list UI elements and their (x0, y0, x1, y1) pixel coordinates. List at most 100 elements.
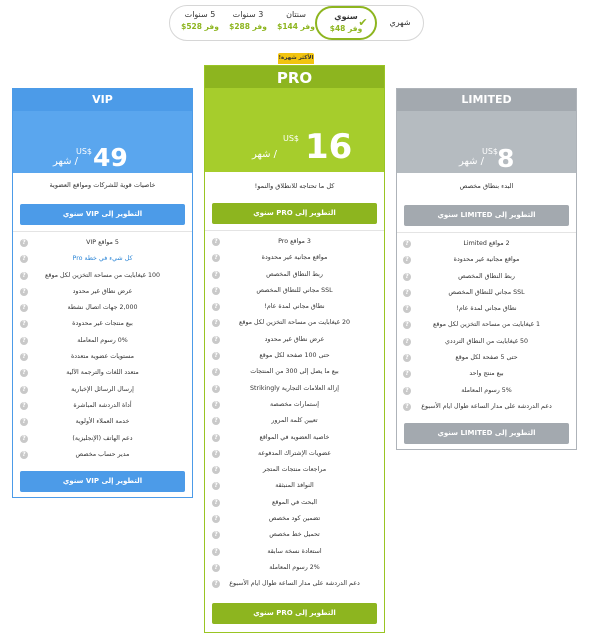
info-icon[interactable]: ? (212, 482, 220, 491)
info-icon[interactable]: ? (212, 449, 220, 458)
feature-text: 2 مواقع Limited (463, 240, 510, 247)
price: 49 (93, 143, 128, 172)
info-icon[interactable]: ? (20, 401, 28, 410)
info-icon[interactable]: ? (403, 272, 411, 281)
info-icon[interactable]: ? (212, 531, 220, 540)
upgrade-limited-button[interactable]: التطوير إلى LIMITED سنوي (404, 205, 569, 226)
info-icon[interactable]: ? (20, 255, 28, 264)
option-three-years[interactable]: 3 سنوات وفر 288$ (226, 9, 270, 37)
info-icon[interactable]: ? (212, 335, 220, 344)
plan-tagline: البدء بنطاق مخصص (459, 182, 514, 190)
price-box: US$ 49 / شهر USD الدفع سنوي (13, 111, 192, 183)
info-icon[interactable]: ? (403, 354, 411, 363)
info-icon[interactable]: ? (20, 336, 28, 345)
info-icon[interactable]: ? (212, 498, 220, 507)
feature-item: خاصية العضوية في المواقع? (205, 430, 384, 446)
info-icon[interactable]: ? (212, 286, 220, 295)
info-icon[interactable]: ? (403, 386, 411, 395)
feature-item: تعيين كلمة المرور? (205, 413, 384, 429)
info-icon[interactable]: ? (212, 368, 220, 377)
option-monthly[interactable]: شهري (380, 17, 420, 45)
info-icon[interactable]: ? (20, 434, 28, 443)
divider (13, 231, 192, 232)
info-icon[interactable]: ? (403, 370, 411, 379)
info-icon[interactable]: ? (212, 270, 220, 279)
feature-text: عضويات الإشتراك المدفوعة (257, 449, 331, 457)
info-icon[interactable]: ? (212, 466, 220, 475)
feature-text: بيع ما يصل إلى 300 من المنتجات (250, 368, 339, 376)
option-two-years[interactable]: سنتان وفر 144$ (274, 9, 318, 37)
feature-text: ربط النطاق المخصص (458, 272, 515, 280)
currency: US$ (482, 147, 499, 156)
info-icon[interactable]: ? (20, 450, 28, 459)
info-icon[interactable]: ? (20, 271, 28, 280)
feature-text: 100 غيغابايت من مساحة التخزين لكل موقع (45, 271, 160, 279)
feature-item: 2% رسوم المعاملة? (205, 560, 384, 576)
check-icon: ✔ (358, 16, 368, 29)
divider (397, 232, 576, 233)
info-icon[interactable]: ? (212, 254, 220, 263)
upgrade-pro-button-bottom[interactable]: التطوير إلى PRO سنوي (212, 603, 377, 624)
info-icon[interactable]: ? (20, 287, 28, 296)
info-icon[interactable]: ? (20, 353, 28, 362)
feature-text: نطاق مجاني لمدة عام! (264, 303, 325, 311)
option-yearly[interactable]: سنوي وفر 48$ ✔ (315, 6, 377, 40)
feature-item: عرض نطاق غير محدود? (13, 284, 192, 300)
plan-card-limited: LIMITED US$ 8 / شهر USD الدفع سنوي البدء… (396, 88, 577, 450)
feature-item: 5% رسوم المعاملة? (397, 383, 576, 399)
info-icon[interactable]: ? (403, 402, 411, 411)
info-icon[interactable]: ? (403, 288, 411, 297)
info-icon[interactable]: ? (212, 547, 220, 556)
billing-period-toggle: 5 سنوات وفر 528$ 3 سنوات وفر 288$ سنتان … (169, 5, 424, 41)
info-icon[interactable]: ? (20, 304, 28, 313)
feature-text: نطاق مجاني لمدة عام! (456, 305, 517, 313)
plan-name: VIP (13, 89, 192, 111)
info-icon[interactable]: ? (20, 385, 28, 394)
info-icon[interactable]: ? (20, 320, 28, 329)
feature-text: 20 غيغابايت من مساحة التخزين لكل موقع (239, 319, 350, 327)
feature-list: 5 مواقع VIP? كل شيء في خطة Pro? 100 غيغابا… (13, 235, 192, 463)
info-icon[interactable]: ? (212, 352, 220, 361)
feature-item: دعم الهاتف (الإنجليزية)? (13, 431, 192, 447)
info-icon[interactable]: ? (212, 384, 220, 393)
upgrade-vip-button-bottom[interactable]: التطوير إلى VIP سنوي (20, 471, 185, 492)
feature-text: استعادة نسخة سابقة (267, 547, 322, 555)
price-period: / شهر (459, 156, 485, 167)
info-icon[interactable]: ? (403, 240, 411, 248)
info-icon[interactable]: ? (403, 337, 411, 346)
feature-item: 50 غيغابايت من النطاق الترددي? (397, 334, 576, 350)
info-icon[interactable]: ? (212, 515, 220, 524)
info-icon[interactable]: ? (403, 256, 411, 265)
info-icon[interactable]: ? (212, 417, 220, 426)
info-icon[interactable]: ? (403, 321, 411, 330)
info-icon[interactable]: ? (212, 563, 220, 572)
option-five-years[interactable]: 5 سنوات وفر 528$ (178, 9, 222, 37)
info-icon[interactable]: ? (212, 238, 220, 246)
info-icon[interactable]: ? (212, 400, 220, 409)
info-icon[interactable]: ? (403, 305, 411, 314)
upgrade-pro-button[interactable]: التطوير إلى PRO سنوي (212, 203, 377, 224)
info-icon[interactable]: ? (20, 369, 28, 378)
upgrade-vip-button[interactable]: التطوير إلى VIP سنوي (20, 204, 185, 225)
feature-item: حتى 5 صفحة لكل موقع? (397, 350, 576, 366)
info-icon[interactable]: ? (20, 239, 28, 247)
info-icon[interactable]: ? (212, 303, 220, 312)
feature-text: تعيين كلمة المرور (271, 417, 318, 425)
info-icon[interactable]: ? (212, 433, 220, 442)
feature-text: مواقع مجانية غير محدودة (261, 254, 328, 262)
feature-item: كل شيء في خطة Pro? (13, 251, 192, 267)
option-label: سنتان (286, 10, 306, 19)
info-icon[interactable]: ? (212, 319, 220, 328)
feature-text: تحميل خط مخصص (269, 531, 320, 539)
feature-item: خدمة العملاء الأولوية? (13, 414, 192, 430)
feature-text: SSL مجاني للنطاق المخصص (256, 286, 333, 294)
info-icon[interactable]: ? (20, 418, 28, 427)
feature-item: إستمارات مخصصة? (205, 397, 384, 413)
feature-text: النوافذ المنبثقة (275, 482, 314, 490)
upgrade-limited-button-bottom[interactable]: التطوير إلى LIMITED سنوي (404, 423, 569, 444)
info-icon[interactable]: ? (212, 580, 220, 589)
price: 16 (305, 127, 353, 167)
feature-item: استعادة نسخة سابقة? (205, 544, 384, 560)
feature-item: عرض نطاق غير محدود? (205, 332, 384, 348)
feature-text: حتى 100 صفحة لكل موقع (259, 352, 330, 360)
